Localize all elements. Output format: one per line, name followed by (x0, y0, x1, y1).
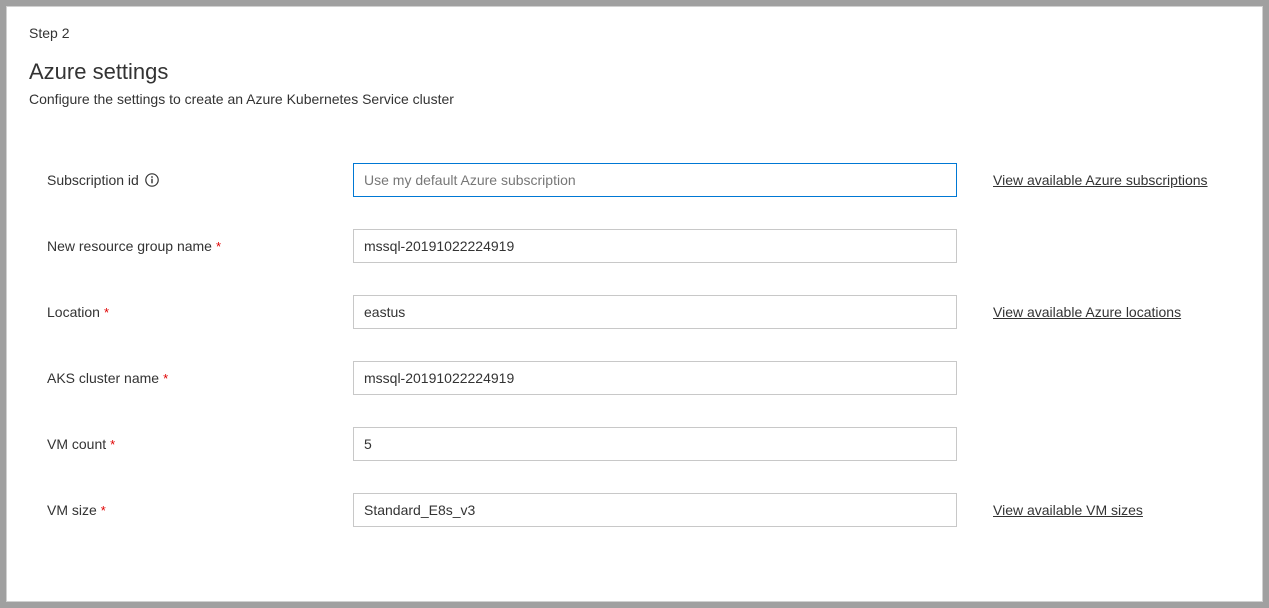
label-text-subscription-id: Subscription id (47, 172, 139, 188)
row-resource-group: New resource group name * (47, 229, 1240, 263)
required-asterisk: * (163, 371, 168, 386)
label-text-resource-group: New resource group name (47, 238, 212, 254)
row-subscription-id: Subscription id View available Azure sub… (47, 163, 1240, 197)
step-label: Step 2 (29, 25, 1240, 41)
row-location: Location * View available Azure location… (47, 295, 1240, 329)
link-view-vm-sizes[interactable]: View available VM sizes (993, 502, 1143, 518)
location-input[interactable] (353, 295, 957, 329)
page-title: Azure settings (29, 59, 1240, 85)
label-resource-group: New resource group name * (47, 238, 353, 254)
azure-settings-panel: Step 2 Azure settings Configure the sett… (6, 6, 1263, 602)
label-text-vm-count: VM count (47, 436, 106, 452)
required-asterisk: * (101, 503, 106, 518)
subscription-id-input[interactable] (353, 163, 957, 197)
link-view-subscriptions[interactable]: View available Azure subscriptions (993, 172, 1208, 188)
link-view-locations[interactable]: View available Azure locations (993, 304, 1181, 320)
label-subscription-id: Subscription id (47, 172, 353, 188)
label-location: Location * (47, 304, 353, 320)
label-text-vm-size: VM size (47, 502, 97, 518)
aks-cluster-name-input[interactable] (353, 361, 957, 395)
page-subtitle: Configure the settings to create an Azur… (29, 91, 1240, 107)
info-icon[interactable] (145, 173, 159, 187)
label-aks-cluster-name: AKS cluster name * (47, 370, 353, 386)
resource-group-input[interactable] (353, 229, 957, 263)
row-vm-size: VM size * View available VM sizes (47, 493, 1240, 527)
required-asterisk: * (216, 239, 221, 254)
form-area: Subscription id View available Azure sub… (29, 163, 1240, 527)
row-vm-count: VM count * (47, 427, 1240, 461)
label-text-location: Location (47, 304, 100, 320)
required-asterisk: * (110, 437, 115, 452)
vm-size-input[interactable] (353, 493, 957, 527)
required-asterisk: * (104, 305, 109, 320)
label-vm-size: VM size * (47, 502, 353, 518)
row-aks-cluster-name: AKS cluster name * (47, 361, 1240, 395)
label-text-aks-cluster-name: AKS cluster name (47, 370, 159, 386)
label-vm-count: VM count * (47, 436, 353, 452)
vm-count-input[interactable] (353, 427, 957, 461)
